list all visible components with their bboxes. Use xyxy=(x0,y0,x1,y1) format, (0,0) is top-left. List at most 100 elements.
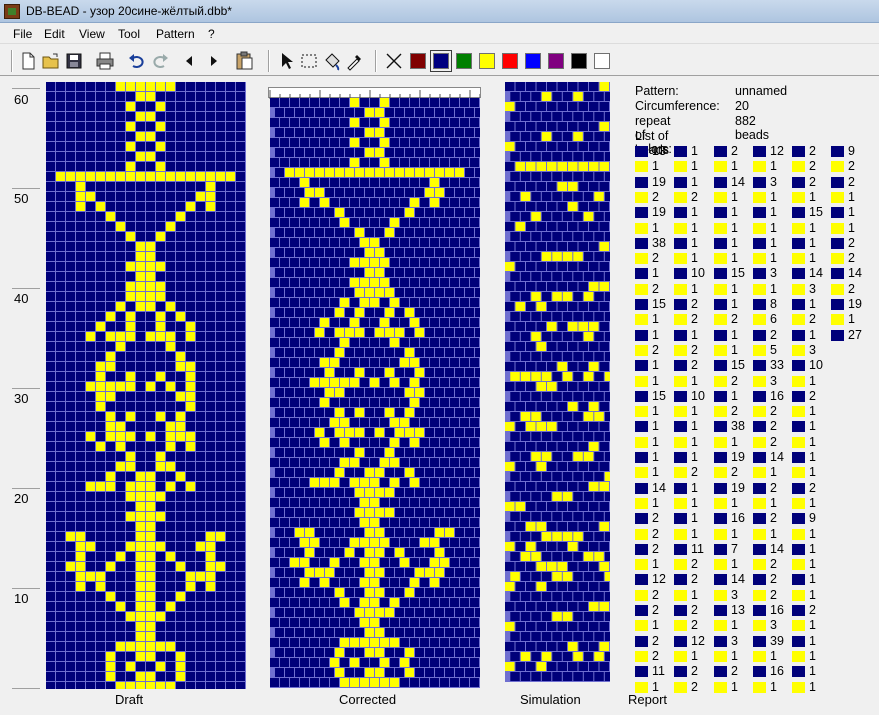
bead-cell[interactable] xyxy=(435,648,444,657)
bead-cell[interactable] xyxy=(510,432,520,441)
bead-cell[interactable] xyxy=(599,622,610,631)
bead-cell[interactable] xyxy=(236,282,245,291)
bead-cell[interactable] xyxy=(450,618,459,627)
bead-cell[interactable] xyxy=(270,418,279,427)
bead-cell[interactable] xyxy=(445,588,454,597)
bead-cell[interactable] xyxy=(568,522,578,531)
bead-cell[interactable] xyxy=(465,568,474,577)
bead-cell[interactable] xyxy=(66,192,75,201)
bead-cell[interactable] xyxy=(380,158,389,167)
bead-cell[interactable] xyxy=(56,352,65,361)
bead-cell[interactable] xyxy=(285,288,294,297)
bead-cell[interactable] xyxy=(146,122,155,131)
bead-cell[interactable] xyxy=(166,202,175,211)
bead-cell[interactable] xyxy=(206,522,215,531)
bead-cell[interactable] xyxy=(226,312,235,321)
bead-cell[interactable] xyxy=(315,548,324,557)
bead-cell[interactable] xyxy=(390,398,399,407)
bead-cell[interactable] xyxy=(599,142,610,151)
bead-cell[interactable] xyxy=(56,452,65,461)
bead-cell[interactable] xyxy=(136,182,145,191)
bead-cell[interactable] xyxy=(470,558,479,567)
bead-cell[interactable] xyxy=(335,588,344,597)
bead-cell[interactable] xyxy=(410,378,419,387)
bead-cell[interactable] xyxy=(86,582,95,591)
bead-cell[interactable] xyxy=(410,438,419,447)
bead-cell[interactable] xyxy=(315,308,324,317)
bead-cell[interactable] xyxy=(375,288,384,297)
bead-cell[interactable] xyxy=(350,578,359,587)
bead-cell[interactable] xyxy=(320,538,329,547)
bead-cell[interactable] xyxy=(460,438,469,447)
bead-cell[interactable] xyxy=(515,582,526,591)
bead-cell[interactable] xyxy=(465,348,474,357)
bead-cell[interactable] xyxy=(285,508,294,517)
bead-cell[interactable] xyxy=(295,208,304,217)
bead-cell[interactable] xyxy=(470,518,479,527)
bead-cell[interactable] xyxy=(196,262,205,271)
bead-cell[interactable] xyxy=(176,372,185,381)
bead-cell[interactable] xyxy=(455,408,464,417)
color-swatch-yellow[interactable] xyxy=(479,53,495,69)
bead-cell[interactable] xyxy=(445,228,454,237)
bead-cell[interactable] xyxy=(166,642,175,651)
bead-cell[interactable] xyxy=(56,182,65,191)
bead-cell[interactable] xyxy=(315,588,324,597)
bead-cell[interactable] xyxy=(335,388,344,397)
bead-cell[interactable] xyxy=(526,202,536,211)
bead-cell[interactable] xyxy=(325,608,334,617)
bead-cell[interactable] xyxy=(116,222,125,231)
bead-cell[interactable] xyxy=(126,192,135,201)
menu-file[interactable]: File xyxy=(13,27,32,41)
bead-cell[interactable] xyxy=(604,92,610,101)
bead-cell[interactable] xyxy=(475,548,480,557)
bead-cell[interactable] xyxy=(196,402,205,411)
bead-cell[interactable] xyxy=(56,562,65,571)
bead-cell[interactable] xyxy=(552,372,562,381)
bead-cell[interactable] xyxy=(156,82,165,91)
bead-cell[interactable] xyxy=(156,292,165,301)
bead-cell[interactable] xyxy=(46,202,55,211)
bead-cell[interactable] xyxy=(380,298,389,307)
bead-cell[interactable] xyxy=(196,242,205,251)
bead-cell[interactable] xyxy=(475,268,480,277)
bead-cell[interactable] xyxy=(186,82,195,91)
bead-cell[interactable] xyxy=(136,192,145,201)
bead-cell[interactable] xyxy=(589,582,599,591)
bead-cell[interactable] xyxy=(345,348,354,357)
bead-cell[interactable] xyxy=(589,562,599,571)
bead-cell[interactable] xyxy=(370,358,379,367)
bead-cell[interactable] xyxy=(236,232,245,241)
bead-cell[interactable] xyxy=(146,622,155,631)
bead-cell[interactable] xyxy=(547,102,557,111)
bead-cell[interactable] xyxy=(547,602,557,611)
bead-cell[interactable] xyxy=(568,182,578,191)
bead-cell[interactable] xyxy=(216,432,225,441)
bead-cell[interactable] xyxy=(360,538,369,547)
bead-cell[interactable] xyxy=(505,582,515,591)
bead-cell[interactable] xyxy=(400,178,409,187)
bead-cell[interactable] xyxy=(405,668,414,677)
bead-cell[interactable] xyxy=(315,188,324,197)
bead-cell[interactable] xyxy=(146,652,155,661)
bead-cell[interactable] xyxy=(370,418,379,427)
bead-cell[interactable] xyxy=(126,512,135,521)
bead-cell[interactable] xyxy=(505,662,515,671)
bead-cell[interactable] xyxy=(345,308,354,317)
bead-cell[interactable] xyxy=(325,348,334,357)
bead-cell[interactable] xyxy=(520,452,531,461)
bead-cell[interactable] xyxy=(96,452,105,461)
bead-cell[interactable] xyxy=(589,202,599,211)
bead-cell[interactable] xyxy=(445,188,454,197)
bead-cell[interactable] xyxy=(226,372,235,381)
bead-cell[interactable] xyxy=(315,468,324,477)
bead-cell[interactable] xyxy=(589,282,599,291)
bead-cell[interactable] xyxy=(515,182,526,191)
bead-cell[interactable] xyxy=(56,252,65,261)
bead-cell[interactable] xyxy=(552,552,562,561)
bead-cell[interactable] xyxy=(76,212,85,221)
bead-cell[interactable] xyxy=(270,138,279,147)
bead-cell[interactable] xyxy=(450,158,459,167)
bead-cell[interactable] xyxy=(196,492,205,501)
bead-cell[interactable] xyxy=(355,528,364,537)
